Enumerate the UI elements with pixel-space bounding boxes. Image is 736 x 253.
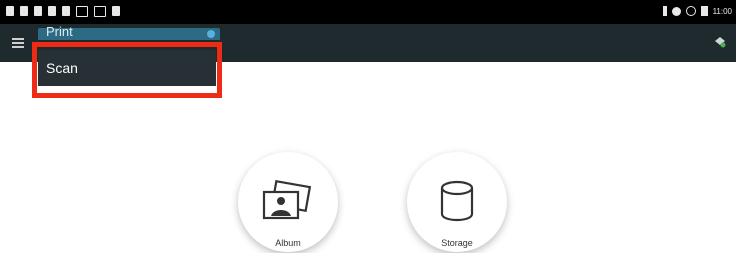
mode-select-label: Print	[46, 24, 73, 39]
notification-icon	[6, 6, 14, 16]
notification-icon	[112, 6, 120, 16]
wifi-direct-icon[interactable]	[714, 36, 726, 48]
notification-icon	[94, 6, 106, 17]
battery-icon	[700, 6, 708, 16]
status-bar: 11:00	[0, 0, 736, 24]
signal-icon	[662, 6, 667, 16]
system-icons: 11:00	[662, 6, 732, 16]
status-time: 11:00	[712, 6, 732, 16]
chevron-down-icon	[207, 30, 215, 38]
notification-icons	[6, 6, 120, 17]
album-icon	[262, 179, 312, 220]
notification-icon	[34, 6, 42, 16]
notification-icon	[62, 6, 70, 16]
highlight-box	[32, 42, 222, 98]
wifi-icon	[671, 6, 681, 16]
album-button[interactable]	[238, 152, 338, 252]
sync-icon	[685, 6, 696, 16]
menu-icon[interactable]	[12, 38, 24, 50]
storage-button[interactable]	[407, 152, 507, 252]
mode-select[interactable]: Print	[38, 24, 220, 40]
album-label: Album	[275, 238, 301, 248]
storage-label: Storage	[441, 238, 473, 248]
notification-icon	[48, 6, 56, 16]
notification-icon	[76, 6, 88, 17]
storage-icon	[440, 180, 474, 222]
notification-icon	[20, 6, 28, 16]
